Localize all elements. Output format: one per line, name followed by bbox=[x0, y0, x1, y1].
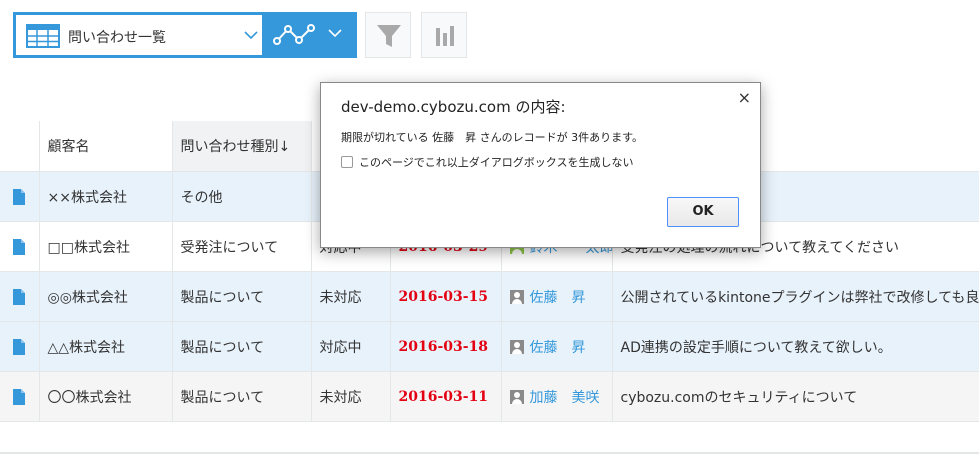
alert-dialog: dev-demo.cybozu.com の内容: × 期限が切れている 佐藤 昇… bbox=[320, 82, 761, 248]
user-avatar-icon bbox=[509, 339, 524, 354]
close-icon[interactable]: × bbox=[738, 88, 751, 107]
customer-cell: 〇〇株式会社 bbox=[38, 371, 172, 422]
table-row[interactable]: ◎◎株式会社 製品について 未対応 2016-03-15 佐藤 昇 公開されてい… bbox=[0, 271, 979, 322]
user-avatar-icon bbox=[509, 289, 524, 304]
user-cell[interactable]: 佐藤 昇 bbox=[500, 321, 612, 372]
user-name[interactable]: 加藤 美咲 bbox=[530, 390, 600, 406]
suppress-dialogs-label[interactable]: このページでこれ以上ダイアログボックスを生成しない bbox=[359, 154, 633, 170]
customer-cell: ××株式会社 bbox=[38, 171, 172, 222]
chevron-down-icon bbox=[244, 31, 258, 40]
date-cell: 2016-03-11 bbox=[389, 371, 501, 422]
bar-chart-icon bbox=[436, 26, 454, 46]
user-cell[interactable]: 加藤 美咲 bbox=[500, 371, 612, 422]
table-bottom-divider bbox=[0, 452, 979, 454]
record-detail-icon[interactable] bbox=[13, 288, 26, 305]
record-detail-icon[interactable] bbox=[13, 388, 26, 405]
status-cell: 未対応 bbox=[310, 371, 390, 422]
type-cell: 製品について bbox=[171, 271, 311, 322]
header-cell bbox=[0, 121, 39, 172]
customer-cell: ◎◎株式会社 bbox=[38, 271, 172, 322]
record-detail-icon[interactable] bbox=[13, 338, 26, 355]
ok-button[interactable]: OK bbox=[667, 197, 739, 227]
status-cell: 未対応 bbox=[310, 271, 390, 322]
status-cell: 対応中 bbox=[310, 321, 390, 372]
date-cell: 2016-03-18 bbox=[389, 321, 501, 372]
header-customer[interactable]: 顧客名 bbox=[38, 121, 172, 172]
suppress-dialogs-checkbox[interactable] bbox=[341, 156, 353, 168]
record-detail-icon[interactable] bbox=[13, 238, 26, 255]
header-inquiry-type[interactable]: 問い合わせ種別↓ bbox=[171, 121, 311, 172]
date-cell: 2016-03-15 bbox=[389, 271, 501, 322]
user-name[interactable]: 佐藤 昇 bbox=[530, 290, 586, 306]
filter-button[interactable] bbox=[365, 12, 411, 58]
type-cell: その他 bbox=[171, 171, 311, 222]
user-cell[interactable]: 佐藤 昇 bbox=[500, 271, 612, 322]
view-selector[interactable]: 問い合わせ一覧 bbox=[13, 12, 265, 58]
graph-menu-button[interactable] bbox=[265, 12, 357, 58]
type-cell: 製品について bbox=[171, 371, 311, 422]
subject-cell: 公開されているkintoneプラグインは弊社で改修しても良 bbox=[611, 271, 979, 322]
table-view-icon bbox=[26, 24, 60, 48]
user-name[interactable]: 佐藤 昇 bbox=[530, 340, 586, 356]
customer-cell: □□株式会社 bbox=[38, 221, 172, 272]
dialog-title: dev-demo.cybozu.com の内容: bbox=[341, 98, 566, 116]
type-cell: 受発注について bbox=[171, 221, 311, 272]
user-avatar-icon bbox=[509, 389, 524, 404]
subject-cell: cybozu.comのセキュリティについて bbox=[611, 371, 979, 422]
dialog-message: 期限が切れている 佐藤 昇 さんのレコードが 3件あります。 bbox=[341, 131, 644, 144]
table-row[interactable]: 〇〇株式会社 製品について 未対応 2016-03-11 加藤 美咲 cyboz… bbox=[0, 371, 979, 422]
line-graph-icon bbox=[273, 24, 315, 45]
filter-icon bbox=[377, 25, 401, 47]
type-cell: 製品について bbox=[171, 321, 311, 372]
chevron-down-icon bbox=[328, 29, 342, 38]
record-detail-icon[interactable] bbox=[13, 188, 26, 205]
table-row[interactable]: △△株式会社 製品について 対応中 2016-03-18 佐藤 昇 AD連携の設… bbox=[0, 321, 979, 372]
subject-cell: AD連携の設定手順について教えて欲しい。 bbox=[611, 321, 979, 372]
suppress-dialogs-option[interactable]: このページでこれ以上ダイアログボックスを生成しない bbox=[341, 154, 633, 170]
graph-button[interactable] bbox=[421, 12, 467, 58]
customer-cell: △△株式会社 bbox=[38, 321, 172, 372]
view-selector-label: 問い合わせ一覧 bbox=[68, 30, 166, 46]
